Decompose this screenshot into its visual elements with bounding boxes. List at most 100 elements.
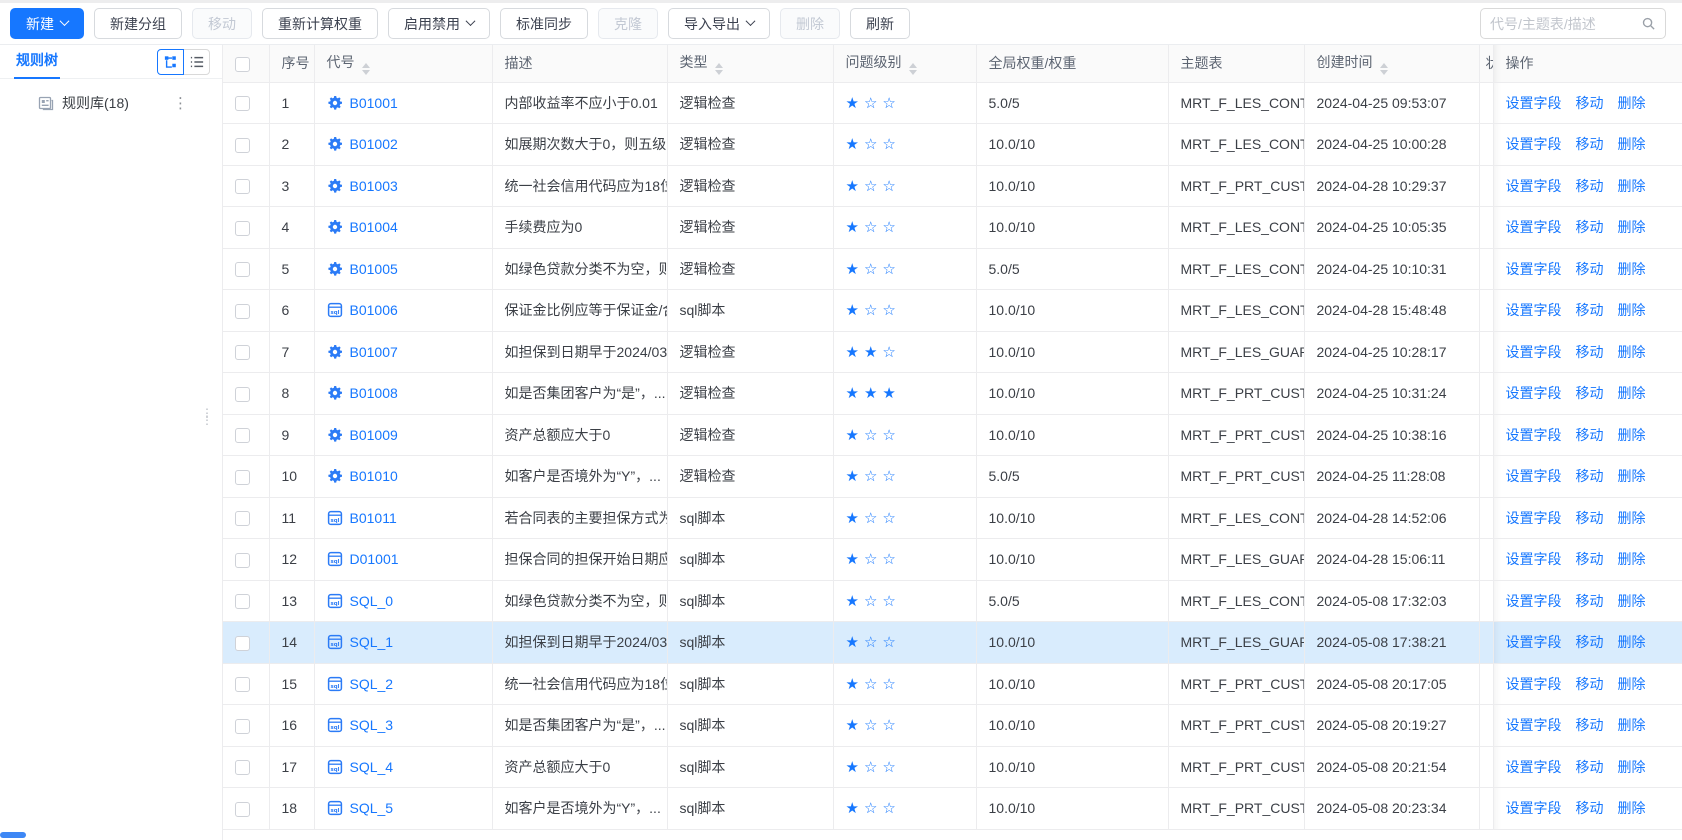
action-set-fields[interactable]: 设置字段	[1506, 717, 1562, 733]
tree-view-toggle[interactable]	[157, 49, 184, 75]
row-checkbox[interactable]	[235, 719, 250, 734]
rule-code-link[interactable]: SQL_4	[350, 759, 394, 775]
row-checkbox[interactable]	[235, 221, 250, 236]
select-all-checkbox[interactable]	[235, 57, 250, 72]
row-checkbox[interactable]	[235, 760, 250, 775]
action-set-fields[interactable]: 设置字段	[1506, 510, 1562, 526]
search-icon[interactable]	[1641, 16, 1656, 31]
action-set-fields[interactable]: 设置字段	[1506, 219, 1562, 235]
delete-button[interactable]: 删除	[780, 8, 840, 39]
rule-code-link[interactable]: B01006	[350, 302, 398, 318]
action-move[interactable]: 移动	[1576, 676, 1604, 692]
rule-code-link[interactable]: B01011	[350, 510, 397, 526]
action-delete[interactable]: 删除	[1618, 302, 1646, 318]
action-set-fields[interactable]: 设置字段	[1506, 178, 1562, 194]
action-delete[interactable]: 删除	[1618, 344, 1646, 360]
row-checkbox[interactable]	[235, 428, 250, 443]
action-move[interactable]: 移动	[1576, 510, 1604, 526]
list-view-toggle[interactable]	[183, 49, 210, 75]
action-set-fields[interactable]: 设置字段	[1506, 261, 1562, 277]
horizontal-scrollbar-thumb[interactable]	[0, 832, 26, 838]
rule-code-link[interactable]: B01003	[350, 178, 398, 194]
rule-code-link[interactable]: D01001	[350, 551, 399, 567]
action-move[interactable]: 移动	[1576, 385, 1604, 401]
action-delete[interactable]: 删除	[1618, 634, 1646, 650]
action-delete[interactable]: 删除	[1618, 717, 1646, 733]
enable-disable-button[interactable]: 启用禁用	[388, 8, 490, 39]
action-delete[interactable]: 删除	[1618, 551, 1646, 567]
action-set-fields[interactable]: 设置字段	[1506, 468, 1562, 484]
clone-button[interactable]: 克隆	[598, 8, 658, 39]
row-checkbox[interactable]	[235, 387, 250, 402]
row-checkbox[interactable]	[235, 802, 250, 817]
action-set-fields[interactable]: 设置字段	[1506, 344, 1562, 360]
row-checkbox[interactable]	[235, 179, 250, 194]
action-move[interactable]: 移动	[1576, 717, 1604, 733]
recalculate-weight-button[interactable]: 重新计算权重	[262, 8, 378, 39]
action-move[interactable]: 移动	[1576, 759, 1604, 775]
action-set-fields[interactable]: 设置字段	[1506, 95, 1562, 111]
row-checkbox[interactable]	[235, 345, 250, 360]
action-delete[interactable]: 删除	[1618, 95, 1646, 111]
action-set-fields[interactable]: 设置字段	[1506, 385, 1562, 401]
action-set-fields[interactable]: 设置字段	[1506, 634, 1562, 650]
rule-code-link[interactable]: B01010	[350, 468, 398, 484]
action-delete[interactable]: 删除	[1618, 800, 1646, 816]
row-checkbox[interactable]	[235, 636, 250, 651]
refresh-button[interactable]: 刷新	[850, 8, 910, 39]
action-move[interactable]: 移动	[1576, 427, 1604, 443]
action-move[interactable]: 移动	[1576, 178, 1604, 194]
action-delete[interactable]: 删除	[1618, 219, 1646, 235]
action-set-fields[interactable]: 设置字段	[1506, 676, 1562, 692]
new-button[interactable]: 新建	[10, 8, 84, 39]
action-move[interactable]: 移动	[1576, 593, 1604, 609]
action-delete[interactable]: 删除	[1618, 136, 1646, 152]
row-checkbox[interactable]	[235, 553, 250, 568]
splitter-handle[interactable]: ⋮⋮	[201, 410, 213, 424]
new-group-button[interactable]: 新建分组	[94, 8, 182, 39]
rule-code-link[interactable]: SQL_1	[350, 634, 394, 650]
rule-code-link[interactable]: SQL_0	[350, 593, 394, 609]
action-move[interactable]: 移动	[1576, 261, 1604, 277]
row-checkbox[interactable]	[235, 262, 250, 277]
tab-rule-tree[interactable]: 规则树	[14, 45, 60, 79]
action-set-fields[interactable]: 设置字段	[1506, 551, 1562, 567]
action-set-fields[interactable]: 设置字段	[1506, 593, 1562, 609]
action-set-fields[interactable]: 设置字段	[1506, 759, 1562, 775]
action-delete[interactable]: 删除	[1618, 510, 1646, 526]
rule-code-link[interactable]: SQL_5	[350, 800, 394, 816]
tree-node-rule-library[interactable]: 规则库(18) ⋮	[38, 91, 210, 115]
rule-code-link[interactable]: SQL_2	[350, 676, 394, 692]
action-move[interactable]: 移动	[1576, 95, 1604, 111]
column-header-type[interactable]: 类型	[667, 45, 833, 82]
action-move[interactable]: 移动	[1576, 468, 1604, 484]
action-move[interactable]: 移动	[1576, 219, 1604, 235]
row-checkbox[interactable]	[235, 594, 250, 609]
rule-code-link[interactable]: SQL_3	[350, 717, 394, 733]
rule-code-link[interactable]: B01004	[350, 219, 398, 235]
action-move[interactable]: 移动	[1576, 136, 1604, 152]
action-delete[interactable]: 删除	[1618, 759, 1646, 775]
row-checkbox[interactable]	[235, 96, 250, 111]
action-move[interactable]: 移动	[1576, 551, 1604, 567]
rule-code-link[interactable]: B01009	[350, 427, 398, 443]
standard-sync-button[interactable]: 标准同步	[500, 8, 588, 39]
action-move[interactable]: 移动	[1576, 344, 1604, 360]
row-checkbox[interactable]	[235, 470, 250, 485]
action-move[interactable]: 移动	[1576, 302, 1604, 318]
action-move[interactable]: 移动	[1576, 634, 1604, 650]
action-delete[interactable]: 删除	[1618, 427, 1646, 443]
row-checkbox[interactable]	[235, 138, 250, 153]
row-checkbox[interactable]	[235, 511, 250, 526]
column-header-level[interactable]: 问题级别	[833, 45, 976, 82]
rule-code-link[interactable]: B01001	[350, 95, 398, 111]
row-checkbox[interactable]	[235, 677, 250, 692]
action-delete[interactable]: 删除	[1618, 676, 1646, 692]
column-header-created[interactable]: 创建时间	[1304, 45, 1479, 82]
rule-code-link[interactable]: B01008	[350, 385, 398, 401]
rule-code-link[interactable]: B01007	[350, 344, 398, 360]
kebab-menu-icon[interactable]: ⋮	[173, 94, 188, 112]
move-button[interactable]: 移动	[192, 8, 252, 39]
action-set-fields[interactable]: 设置字段	[1506, 800, 1562, 816]
action-delete[interactable]: 删除	[1618, 468, 1646, 484]
